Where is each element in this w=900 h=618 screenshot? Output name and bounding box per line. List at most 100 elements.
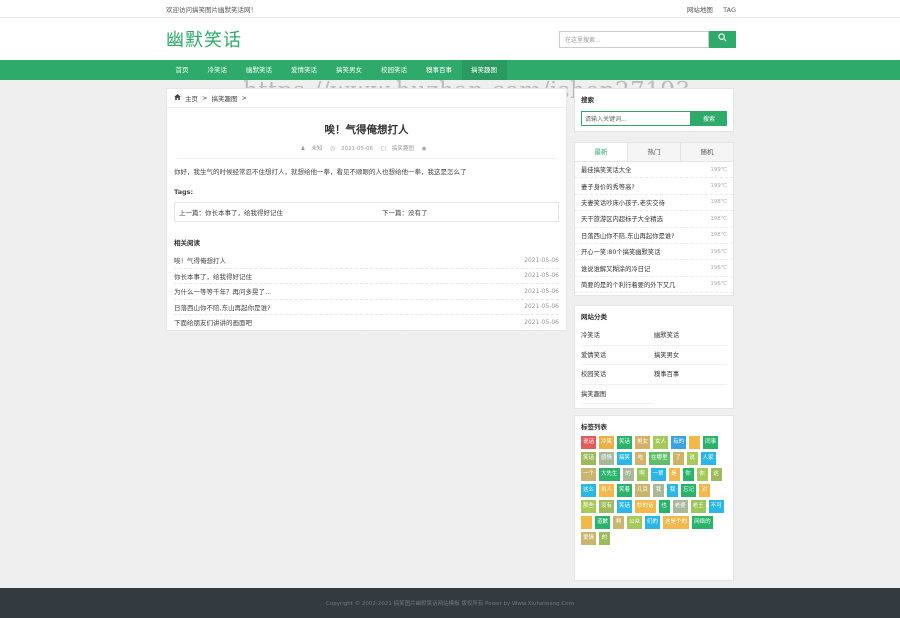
tag-chip[interactable]: 了 (672, 452, 684, 465)
breadcrumb-home[interactable]: 主页 (185, 93, 198, 103)
nav-item[interactable]: 首页 (166, 60, 198, 80)
tag-chip[interactable]: 笑话 (617, 500, 633, 513)
hot-item[interactable]: 日落西山你不陪,东山再起你是谁? 198℃ (575, 228, 733, 244)
tag-chip[interactable]: 网络的 (692, 516, 713, 529)
tag-chip[interactable]: 大先生 (599, 468, 620, 481)
tag-link[interactable]: TAG (723, 6, 736, 14)
tag-chip[interactable]: 是 (668, 468, 680, 481)
nav-item[interactable]: 爱情笑话 (282, 60, 327, 80)
breadcrumb-category[interactable]: 搞笑趣图 (211, 93, 237, 103)
tag-chip[interactable]: 笑着 (617, 484, 633, 497)
hot-item[interactable]: 妻子身价的秀等高? 199℃ (575, 178, 733, 195)
sidebar-tab[interactable]: 热门 (627, 143, 680, 161)
sitemap-link[interactable]: 网站地图 (687, 6, 713, 14)
tag-chip[interactable]: 道歉 (595, 516, 611, 529)
search-input[interactable]: 在这里搜索... (559, 30, 709, 48)
tag-chip[interactable]: 我 (653, 484, 665, 497)
hot-title[interactable]: 天干旅游区内超标子大全精选 (581, 214, 663, 223)
search-button[interactable] (709, 30, 736, 48)
category-link[interactable]: 冷笑话 (581, 326, 654, 346)
tag-chip[interactable] (581, 516, 592, 529)
tag-chip[interactable]: 我 (667, 484, 679, 497)
prev-link[interactable]: 上一篇：你长本事了，给我得好记住 (175, 207, 382, 217)
tag-chip[interactable]: 笑话 (617, 436, 633, 449)
tag-chip[interactable]: 笑话 (581, 452, 597, 465)
site-logo[interactable]: 幽默笑话 (166, 26, 242, 52)
hot-title[interactable]: 夫妻笑话吵床小孩子,老实交待 (581, 198, 665, 207)
tag-chip[interactable]: 那些 (581, 500, 597, 513)
related-item[interactable]: 下面给朋友们讲讲的画面吧 2021-05-06 (174, 315, 559, 331)
tag-chip[interactable]: 女人 (653, 436, 669, 449)
tag-chip[interactable]: 这么 (581, 484, 597, 497)
related-item[interactable]: 唉！气得俺想打人 2021-05-06 (174, 253, 559, 269)
hot-title[interactable]: 开心一笑:80个搞笑幽默笑话 (581, 247, 660, 256)
category-link[interactable]: 爱情笑话 (581, 346, 654, 365)
hot-item[interactable]: 夫妻笑话吵床小孩子,老实交待 198℃ (575, 195, 733, 212)
category-link[interactable]: 校园笑话 (581, 365, 654, 385)
category-link[interactable]: 搞笑男女 (654, 346, 727, 365)
sidebar-search-input[interactable]: 请输入关键词... (581, 111, 691, 126)
category-link[interactable]: 糗事百事 (654, 365, 727, 385)
hot-item[interactable]: 天干旅游区内超标子大全精选 198℃ (575, 211, 733, 228)
tag-chip[interactable]: 这 (710, 468, 722, 481)
hot-title[interactable]: 简要的是的个利行着要的外下又几 (581, 280, 675, 289)
related-item[interactable]: 你长本事了，给我得好记住 2021-05-06 (174, 269, 559, 284)
related-title[interactable]: 你长本事了，给我得好记住 (174, 271, 252, 281)
tag-chip[interactable]: 说 (686, 452, 698, 465)
tag-chip[interactable]: 对 (699, 484, 711, 497)
related-title[interactable]: 日落西山你不陪,东山再起你是谁? (174, 302, 271, 312)
tag-chip[interactable]: 没有 (599, 500, 615, 513)
sidebar-tab[interactable]: 随机 (680, 143, 733, 161)
hot-item[interactable]: 简要的是的个利行着要的外下又几 196℃ (575, 277, 733, 294)
tag-chip[interactable]: 们的 (645, 516, 661, 529)
sidebar-tab[interactable]: 最新 (575, 143, 627, 161)
nav-item[interactable]: 糗事百事 (417, 60, 462, 80)
nav-item[interactable]: 冷笑话 (198, 60, 237, 80)
tag-chip[interactable]: 爱情 (581, 532, 597, 545)
tag-chip[interactable]: 同事 (703, 436, 719, 449)
tag-chip[interactable]: 啊 (636, 468, 648, 481)
category-link[interactable]: 搞笑趣图 (581, 385, 654, 404)
hot-title[interactable]: 日落西山你不陪,东山再起你是谁? (581, 231, 675, 240)
category-link[interactable]: 幽默笑话 (654, 326, 727, 346)
related-item[interactable]: 为什么一等等千年？再问多晃了... 2021-05-06 (174, 284, 559, 300)
tag-chip[interactable]: 你 (696, 468, 708, 481)
tag-chip[interactable]: 吃 (635, 452, 647, 465)
next-link[interactable]: 下一篇：没有了 (382, 207, 428, 217)
sidebar-search-button[interactable]: 搜索 (691, 111, 727, 126)
hot-title[interactable]: 最佳搞笑笑话大全 (581, 165, 631, 174)
tag-chip[interactable]: 你 (682, 468, 694, 481)
tag-chip[interactable]: 这是个的 (663, 516, 690, 529)
nav-item[interactable]: 搞笑男女 (327, 60, 372, 80)
tag-chip[interactable]: 搞笑 (617, 452, 633, 465)
hot-title[interactable]: 谁说谁解又糊涂的冷日记 (581, 264, 650, 273)
tag-chip[interactable]: 的 (599, 532, 611, 545)
hot-title[interactable]: 妻子身价的秀等高? (581, 182, 635, 191)
category-link[interactable]: 搞笑趣图 (392, 146, 414, 152)
tag-chip[interactable]: 一辈 (650, 468, 666, 481)
tag-chip[interactable]: 不可 (708, 500, 724, 513)
tag-chip[interactable]: 几百 (635, 484, 651, 497)
hot-item[interactable]: 最佳搞笑笑话大全 199℃ (575, 162, 733, 179)
tag-chip[interactable]: 男女 (635, 436, 651, 449)
nav-item[interactable]: 幽默笑话 (237, 60, 282, 80)
tag-chip[interactable]: 的 (622, 468, 634, 481)
tag-chip[interactable] (689, 436, 701, 449)
nav-item[interactable]: 校园笑话 (372, 60, 417, 80)
hot-item[interactable]: 谁说谁解又糊涂的冷日记 196℃ (575, 260, 733, 277)
tag-chip[interactable]: 人家 (700, 452, 716, 465)
related-title[interactable]: 下面给朋友们讲讲的画面吧 (174, 317, 252, 327)
tag-chip[interactable]: 老婆 (672, 500, 688, 513)
hot-item[interactable]: 开心一笑:80个搞笑幽默笑话 196℃ (575, 244, 733, 261)
tag-chip[interactable]: 冷笑 (599, 436, 615, 449)
related-title[interactable]: 唉！气得俺想打人 (174, 255, 226, 265)
tag-chip[interactable]: 老王 (690, 500, 706, 513)
tag-chip[interactable]: 在哪里 (649, 452, 670, 465)
tag-chip[interactable]: 一个 (581, 468, 597, 481)
tag-chip[interactable]: 妙的话 (635, 500, 656, 513)
related-item[interactable]: 日落西山你不陪,东山再起你是谁? 2021-05-06 (174, 300, 559, 315)
tag-chip[interactable]: 也 (658, 500, 670, 513)
tag-chip[interactable]: 感情 (599, 452, 615, 465)
nav-item[interactable]: 搞笑趣图 (461, 60, 507, 80)
tag-chip[interactable]: 忘记 (681, 484, 697, 497)
